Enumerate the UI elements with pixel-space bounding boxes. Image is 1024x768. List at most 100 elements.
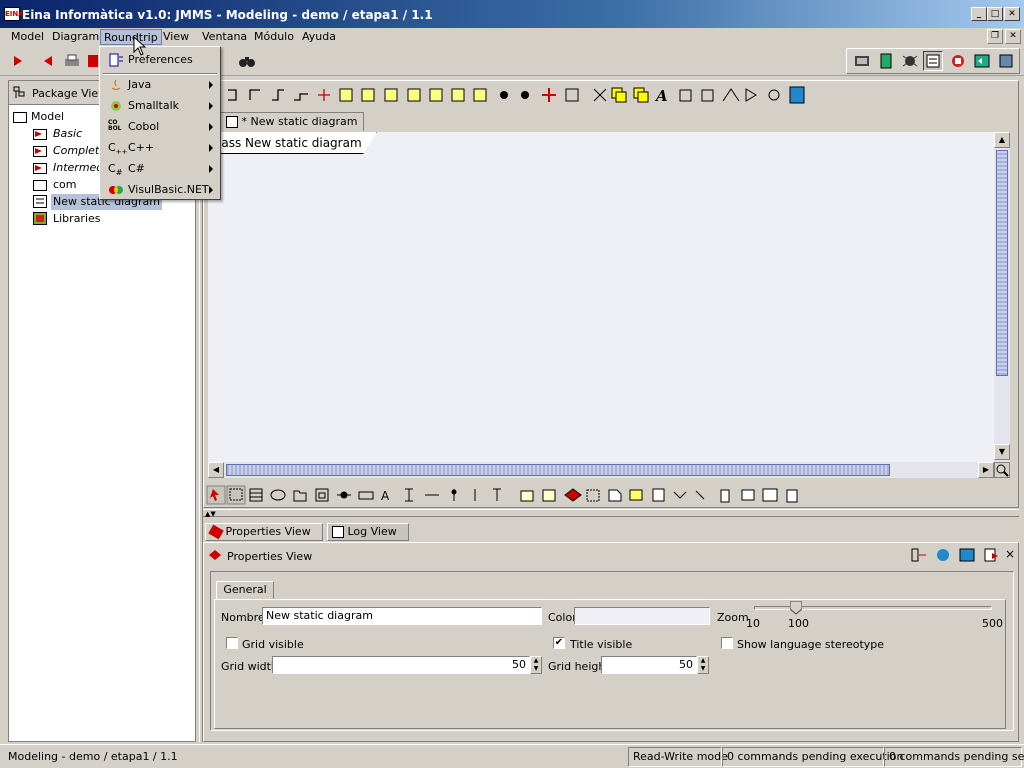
package-icon xyxy=(33,161,47,174)
preferences-icon xyxy=(108,53,124,67)
menu-ayuda[interactable]: Ayuda xyxy=(299,29,339,45)
app-logo-icon: EINA xyxy=(4,7,24,21)
title-visible-checkbox[interactable]: ✔ xyxy=(553,637,565,649)
menu-item-vbnet-label: VisulBasic.NET xyxy=(128,183,209,196)
menu-modulo[interactable]: Módulo xyxy=(251,29,297,45)
menu-item-cobol-label: Cobol xyxy=(128,120,160,133)
minimize-button[interactable]: _ xyxy=(971,7,987,21)
menu-model[interactable]: Model xyxy=(8,29,47,45)
show-stereotype-label: Show language stereotype xyxy=(737,638,885,651)
diagram-icon xyxy=(33,195,47,208)
properties-toolbar-icon-1[interactable] xyxy=(910,547,928,563)
diagram-horizontal-scrollbar[interactable]: ◀ ▶ xyxy=(208,462,994,478)
import-icon[interactable] xyxy=(8,51,28,71)
menu-item-csharp-label: C# xyxy=(128,162,145,175)
status-path: Modeling - demo / etapa1 / 1.1 xyxy=(8,750,178,763)
properties-close-icon[interactable]: × xyxy=(1005,547,1015,561)
color-field[interactable] xyxy=(574,607,710,625)
zoom-corner-icon[interactable] xyxy=(994,462,1010,478)
tree-item-basic[interactable]: Basic xyxy=(53,126,82,142)
settings-perspective-icon[interactable] xyxy=(996,51,1016,71)
status-mode: Read-Write mode xyxy=(628,747,728,767)
properties-toolbar-icon-3[interactable] xyxy=(958,547,976,563)
menu-item-java[interactable]: Java xyxy=(102,75,218,95)
grid-width-field[interactable]: 50 xyxy=(272,656,530,674)
print-icon[interactable] xyxy=(62,51,82,71)
binoculars-icon[interactable] xyxy=(237,51,257,71)
deploy-perspective-icon[interactable] xyxy=(972,51,992,71)
memory-icon[interactable] xyxy=(852,51,872,71)
csharp-icon: C# xyxy=(108,162,123,178)
cpp-icon: C++ xyxy=(108,141,128,157)
nombre-field[interactable]: New static diagram xyxy=(262,607,542,625)
status-pending-execution: 0 commands pending execution xyxy=(722,747,903,767)
tab-new-static-diagram[interactable]: * New static diagram xyxy=(219,112,365,131)
tab-log-view[interactable]: Log View xyxy=(327,523,409,541)
tab-properties-view[interactable]: Properties View xyxy=(205,523,323,541)
restore-inner-icon[interactable]: ❐ xyxy=(987,29,1003,44)
scroll-left-icon[interactable]: ◀ xyxy=(208,462,224,478)
tab-general[interactable]: General xyxy=(216,581,274,599)
menu-view[interactable]: View xyxy=(160,29,192,45)
tree-item-com[interactable]: com xyxy=(53,177,77,193)
menu-item-preferences[interactable]: Preferences xyxy=(102,50,218,70)
folder-icon xyxy=(13,110,27,123)
diagram-canvas[interactable]: lass New static diagram xyxy=(208,132,994,462)
log-tab-icon xyxy=(332,526,344,538)
menu-item-cobol[interactable]: CO BOL Cobol xyxy=(102,117,218,137)
menu-diagram[interactable]: Diagram xyxy=(49,29,102,45)
zoom-min-label: 10 xyxy=(746,617,760,630)
scroll-down-icon[interactable]: ▼ xyxy=(994,444,1010,460)
cobol-icon: CO BOL xyxy=(108,119,122,132)
close-inner-icon[interactable]: ✕ xyxy=(1005,29,1021,44)
submenu-arrow-icon xyxy=(209,144,213,152)
zoom-slider-thumb[interactable] xyxy=(789,600,803,615)
maximize-button[interactable]: □ xyxy=(987,7,1003,21)
bug-icon[interactable] xyxy=(900,51,920,71)
menu-roundtrip[interactable]: Roundtrip xyxy=(100,29,162,45)
menu-item-java-label: Java xyxy=(128,78,152,91)
scroll-right-icon[interactable]: ▶ xyxy=(978,462,994,478)
close-button[interactable]: ✕ xyxy=(1004,7,1020,21)
menu-item-vbnet[interactable]: VisulBasic.NET xyxy=(102,180,218,200)
submenu-arrow-icon xyxy=(209,81,213,89)
diagram-vertical-scrollbar[interactable]: ▲ ▼ xyxy=(994,132,1010,462)
diagram-tab-icon xyxy=(226,116,238,128)
grid-visible-checkbox[interactable] xyxy=(226,637,238,649)
grid-height-stepper[interactable]: ▲ ▼ xyxy=(697,656,709,674)
diagram-frame-title[interactable]: lass New static diagram xyxy=(208,132,377,154)
grid-height-field[interactable]: 50 xyxy=(601,656,697,674)
menu-ventana[interactable]: Ventana xyxy=(199,29,250,45)
diagram-palette: A xyxy=(205,484,805,506)
diagram-toolbar: A xyxy=(222,84,812,106)
menu-item-smalltalk[interactable]: Smalltalk xyxy=(102,96,218,116)
svg-text:A: A xyxy=(381,489,390,503)
zoom-label: Zoom xyxy=(717,611,749,624)
grid-width-stepper[interactable]: ▲ ▼ xyxy=(530,656,542,674)
window-title: Eina Informàtica v1.0: JMMS - Modeling -… xyxy=(22,8,433,22)
tree-item-model[interactable]: Model xyxy=(31,109,64,125)
properties-toolbar-icon-4[interactable] xyxy=(982,547,1000,563)
properties-toolbar-icon-2[interactable] xyxy=(934,547,952,563)
horizontal-splitter[interactable]: ▲▼ xyxy=(203,509,1019,518)
scroll-up-icon[interactable]: ▲ xyxy=(994,132,1010,148)
package-icon xyxy=(33,127,47,140)
show-stereotype-checkbox[interactable] xyxy=(721,637,733,649)
submenu-arrow-icon xyxy=(209,165,213,173)
roundtrip-perspective-icon[interactable] xyxy=(948,51,968,71)
back-icon[interactable] xyxy=(38,51,58,71)
properties-header-title: Properties View xyxy=(227,550,313,563)
submenu-arrow-icon xyxy=(209,186,213,194)
collapse-up-icon[interactable]: ▲▼ xyxy=(205,510,216,518)
scroll-thumb-horizontal[interactable] xyxy=(226,464,890,476)
grid-visible-label: Grid visible xyxy=(242,638,304,651)
scroll-thumb[interactable] xyxy=(996,150,1008,376)
tree-item-libraries[interactable]: Libraries xyxy=(53,211,101,227)
menu-item-cpp[interactable]: C++ C++ xyxy=(102,138,218,158)
modeling-perspective-icon[interactable] xyxy=(923,51,943,71)
properties-panel: Properties View × General Nombre New sta… xyxy=(203,542,1019,742)
menu-item-csharp[interactable]: C# C# xyxy=(102,159,218,179)
menu-item-smalltalk-label: Smalltalk xyxy=(128,99,180,112)
zoom-max-label: 500 xyxy=(982,617,1003,630)
book-icon[interactable] xyxy=(876,51,896,71)
